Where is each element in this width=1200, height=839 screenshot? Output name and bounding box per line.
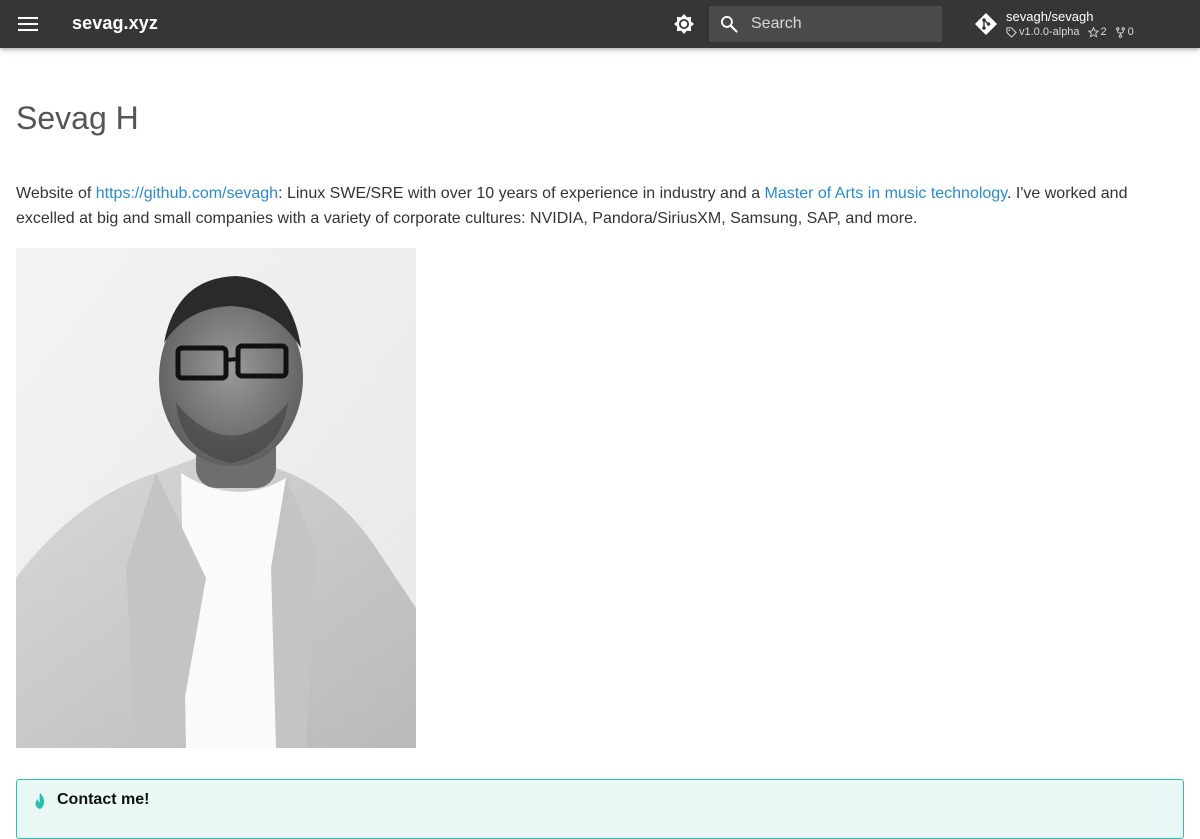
brightness-icon[interactable] (672, 12, 696, 36)
top-header: sevag.xyz sevagh/sevagh v1.0.0-alpha (0, 0, 1200, 48)
repo-name: sevagh/sevagh (1006, 9, 1094, 24)
contact-admonition: Contact me! (16, 779, 1184, 839)
search-icon (721, 16, 738, 33)
repo-stars: 2 (1100, 26, 1107, 38)
repository-link[interactable]: sevagh/sevagh v1.0.0-alpha 2 0 (974, 8, 1184, 42)
portrait-photo (16, 248, 416, 748)
menu-icon[interactable] (16, 12, 40, 36)
degree-link[interactable]: Master of Arts in music technology (765, 185, 1007, 202)
tag-icon (1006, 26, 1017, 38)
intro-prefix: Website of (16, 185, 96, 202)
repo-version: v1.0.0-alpha (1019, 26, 1080, 38)
fire-icon (35, 793, 45, 809)
repo-forks: 0 (1127, 26, 1134, 38)
intro-paragraph: Website of https://github.com/sevagh: Li… (16, 181, 1184, 231)
site-title[interactable]: sevag.xyz (72, 13, 158, 34)
admonition-title: Contact me! (57, 791, 150, 808)
repo-facts: v1.0.0-alpha 2 0 (1006, 26, 1142, 38)
github-link[interactable]: https://github.com/sevagh (96, 185, 278, 202)
star-icon (1087, 26, 1099, 38)
main-content: Sevag H Website of https://github.com/se… (16, 48, 1184, 748)
search-input[interactable] (751, 6, 936, 42)
git-icon (975, 13, 997, 35)
forks-fact: 0 (1115, 26, 1134, 38)
page-title: Sevag H (16, 100, 139, 136)
search-box[interactable] (709, 6, 942, 42)
stars-fact: 2 (1087, 26, 1107, 38)
intro-middle: : Linux SWE/SRE with over 10 years of ex… (278, 185, 765, 202)
fork-icon (1115, 26, 1125, 38)
version-fact: v1.0.0-alpha (1006, 26, 1080, 38)
